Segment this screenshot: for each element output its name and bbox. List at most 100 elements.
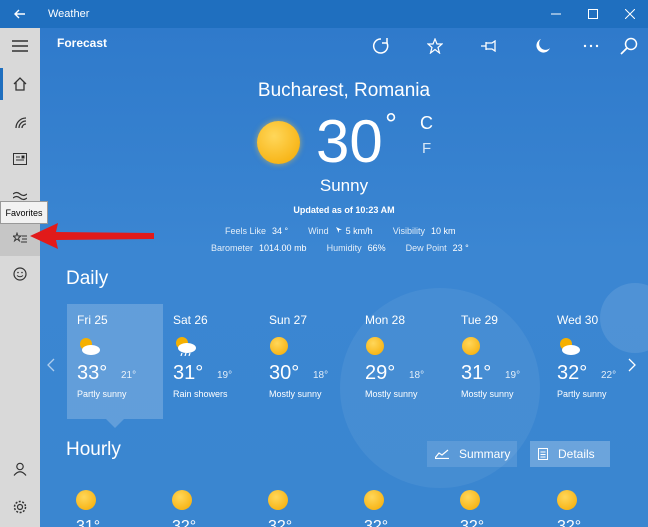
nav-maps[interactable] [0, 104, 40, 140]
add-favorite-button[interactable] [423, 34, 447, 58]
visibility-value: 10 km [431, 226, 456, 236]
more-options-button[interactable] [579, 34, 603, 58]
details-row-2: Barometer 1014.00 mb Humidity 66% Dew Po… [211, 243, 489, 257]
nav-feedback[interactable] [0, 256, 40, 292]
details-tab[interactable]: Details [530, 441, 610, 467]
close-button[interactable] [611, 0, 648, 28]
nav-forecast[interactable] [0, 66, 40, 102]
search-button[interactable] [617, 34, 641, 58]
moon-icon [536, 39, 550, 53]
updated-time: Updated as of 10:23 AM [293, 205, 395, 215]
visibility-label: Visibility [392, 226, 426, 236]
high-temp: 31° [173, 362, 204, 384]
day-card-sat[interactable]: Sat 26 31° 19° Rain showers [163, 304, 259, 419]
selected-pointer [106, 419, 124, 428]
low-temp: 19° [505, 370, 521, 381]
wave-icon [13, 191, 27, 201]
fahrenheit-toggle[interactable]: F [422, 140, 431, 157]
low-temp: 21° [121, 370, 137, 381]
refresh-button[interactable] [369, 34, 393, 58]
low-temp: 18° [313, 370, 329, 381]
navigation-pane [0, 28, 40, 527]
hourly-section-title: Hourly [66, 439, 121, 460]
chart-line-icon [435, 449, 449, 459]
gear-icon [13, 500, 27, 514]
day-card-fri[interactable]: Fri 25 33° 21° Partly sunny [67, 304, 163, 419]
hourly-temp: 32° [268, 518, 293, 527]
summary-label: Summary [459, 447, 511, 461]
nav-account[interactable] [0, 451, 40, 487]
person-icon [13, 462, 27, 476]
humidity-label: Humidity [326, 243, 362, 253]
celsius-toggle[interactable]: C [420, 113, 433, 134]
day-condition: Mostly sunny [365, 389, 418, 399]
nav-settings[interactable] [0, 489, 40, 525]
rain-showers-icon [176, 337, 196, 356]
partly-sunny-icon [560, 338, 580, 355]
low-temp: 19° [217, 370, 233, 381]
current-condition: Sunny [319, 176, 369, 195]
day-name: Fri 25 [77, 313, 108, 327]
sun-icon [364, 490, 384, 510]
sun-icon [366, 337, 384, 355]
location-name: Bucharest, Romania [257, 80, 431, 101]
high-temp: 33° [77, 362, 108, 384]
wind-label: Wind [308, 226, 329, 236]
sun-icon [76, 490, 96, 510]
radar-icon [15, 117, 27, 129]
favorites-icon [13, 232, 27, 243]
day-name: Sun 27 [269, 313, 308, 327]
current-temperature: 30 [316, 108, 383, 175]
scroll-left-button[interactable] [47, 358, 55, 375]
back-button[interactable] [0, 0, 40, 28]
low-temp: 18° [409, 370, 425, 381]
day-card-sun[interactable]: Sun 27 30° 18° Mostly sunny [259, 304, 355, 419]
high-temp: 29° [365, 362, 396, 384]
sun-icon [462, 337, 480, 355]
feels-like-label: Feels Like [225, 226, 267, 236]
sun-icon [557, 490, 577, 510]
feels-like-value: 34 ° [272, 226, 289, 236]
wind-direction-icon [335, 226, 343, 240]
close-icon [624, 9, 635, 19]
dew-point-value: 23 ° [452, 243, 469, 253]
degree-symbol: ° [385, 108, 397, 141]
nav-news[interactable] [0, 141, 40, 177]
day-card-mon[interactable]: Mon 28 29° 18° Mostly sunny [355, 304, 451, 419]
hourly-temp: 31° [76, 518, 101, 527]
summary-tab[interactable]: Summary [427, 441, 517, 467]
day-card-tue[interactable]: Tue 29 31° 19° Mostly sunny [451, 304, 547, 419]
wind-value: 5 km/h [345, 226, 373, 236]
humidity-value: 66% [367, 243, 386, 253]
back-arrow-icon [14, 9, 25, 19]
dew-point-label: Dew Point [405, 243, 447, 253]
day-condition: Mostly sunny [461, 389, 514, 399]
theme-toggle-button[interactable] [531, 34, 555, 58]
window-title: Weather [48, 8, 90, 20]
home-icon [13, 77, 27, 91]
forecast-page: Forecast Bucharest, Romania 30 ° C F Sun… [40, 28, 648, 527]
pin-icon [481, 40, 496, 52]
details-label: Details [558, 447, 595, 461]
refresh-icon [372, 38, 389, 54]
hamburger-menu-button[interactable] [0, 28, 40, 64]
hourly-temp: 32° [460, 518, 485, 527]
minimize-button[interactable] [537, 0, 574, 28]
partly-sunny-icon [80, 338, 100, 355]
maximize-button[interactable] [574, 0, 611, 28]
hourly-temp: 32° [172, 518, 197, 527]
barometer-value: 1014.00 mb [259, 243, 307, 253]
barometer-label: Barometer [211, 243, 254, 253]
chevron-left-icon [47, 358, 55, 372]
smiley-icon [13, 267, 27, 281]
pin-to-start-button[interactable] [477, 34, 501, 58]
document-icon [538, 448, 548, 460]
day-condition: Mostly sunny [269, 389, 322, 399]
scroll-right-button[interactable] [628, 358, 636, 375]
day-condition: Partly sunny [557, 389, 607, 399]
page-title: Forecast [57, 36, 108, 50]
sun-icon [460, 490, 480, 510]
title-bar: Weather [0, 0, 648, 28]
low-temp: 22° [601, 370, 617, 381]
hourly-temp: 32° [364, 518, 389, 527]
